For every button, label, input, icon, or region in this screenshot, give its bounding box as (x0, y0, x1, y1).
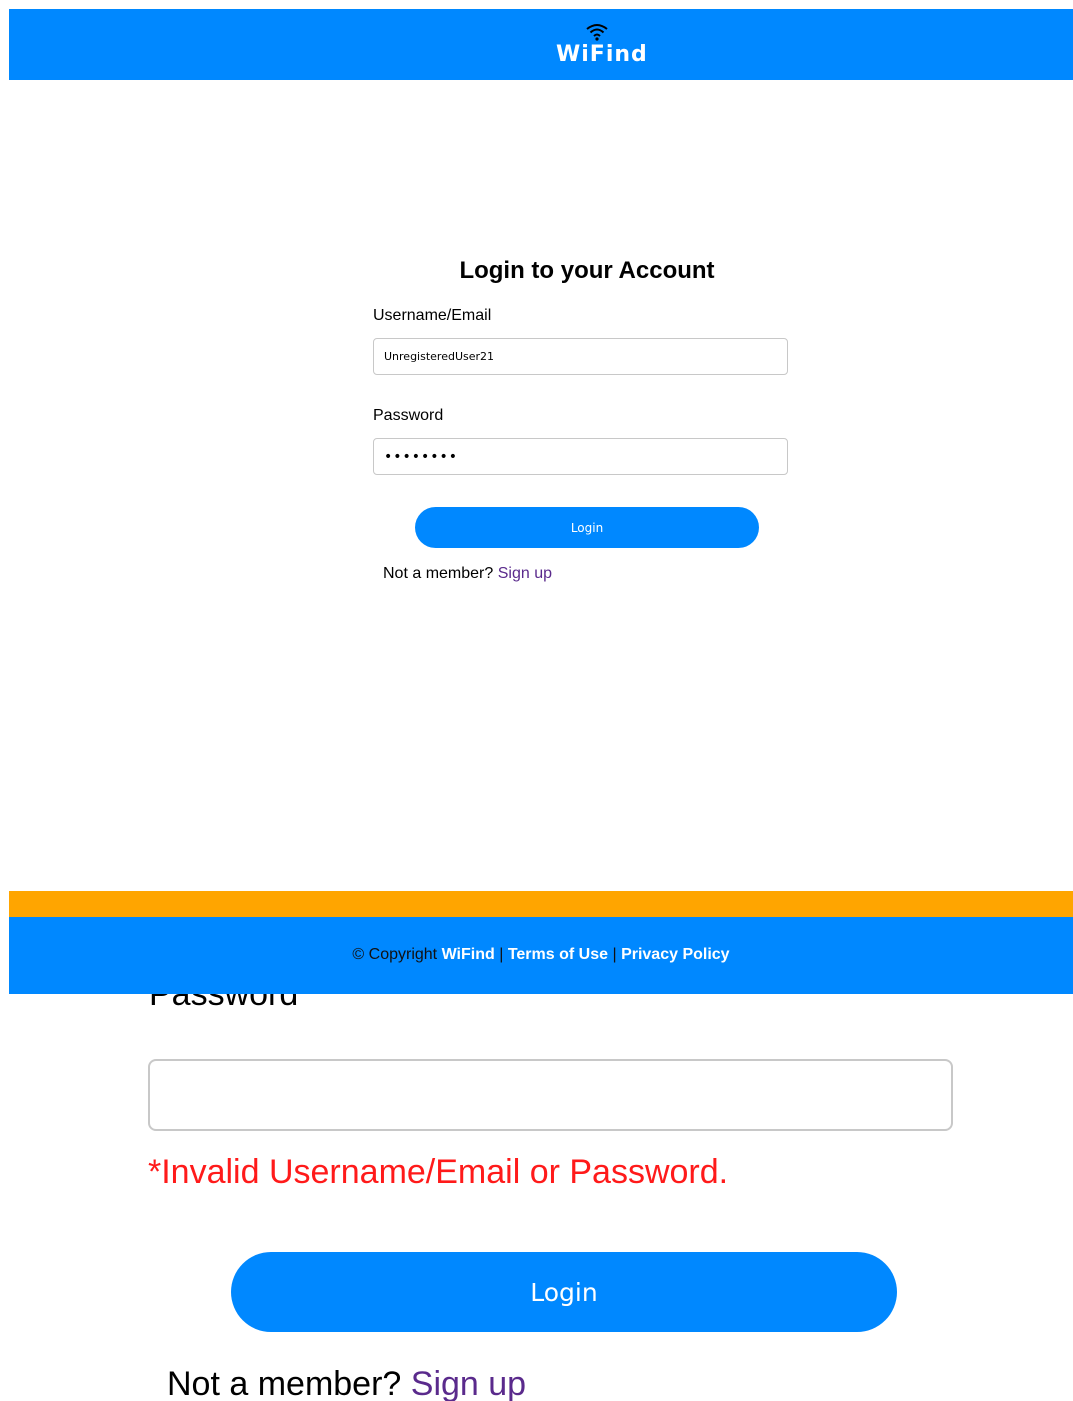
zoom-password-input[interactable] (148, 1059, 953, 1131)
zoom-password-label: Password (149, 994, 299, 1013)
brand-name: WiFind (556, 42, 648, 67)
login-button[interactable]: Login (415, 507, 759, 548)
wifind-logo[interactable]: WiFind (556, 23, 648, 71)
footer-separator: | (499, 946, 504, 963)
username-label: Username/Email (373, 307, 492, 324)
header-bar: WiFind (9, 9, 1073, 80)
wifi-icon (586, 24, 608, 41)
signup-prompt-text: Not a member? (383, 565, 494, 582)
footer-separator: | (612, 946, 617, 963)
footer-links: © Copyright WiFind | Terms of Use | Priv… (0, 945, 1073, 965)
terms-of-use-link[interactable]: Terms of Use (508, 946, 608, 963)
privacy-policy-link[interactable]: Privacy Policy (621, 946, 730, 963)
password-label: Password (373, 407, 444, 424)
signup-prompt: Not a member? Sign up (383, 564, 552, 584)
copyright-text: © Copyright (352, 946, 438, 963)
error-message: *Invalid Username/Email or Password. (148, 1153, 729, 1191)
zoom-signup-link[interactable]: Sign up (411, 1365, 526, 1401)
username-input[interactable] (373, 338, 788, 375)
zoom-login-button[interactable]: Login (231, 1252, 897, 1332)
footer-accent-bar (9, 891, 1073, 917)
zoomed-error-view: Password *Invalid Username/Email or Pass… (0, 994, 1073, 1401)
footer-brand-link[interactable]: WiFind (442, 946, 495, 963)
password-input[interactable] (373, 438, 788, 475)
footer-bar: © Copyright WiFind | Terms of Use | Priv… (9, 917, 1073, 994)
page: WiFind Login to your Account Username/Em… (0, 0, 1073, 1401)
zoom-signup-prompt: Not a member? Sign up (167, 1364, 526, 1401)
login-title: Login to your Account (459, 257, 715, 284)
zoom-signup-prompt-text: Not a member? (167, 1365, 402, 1401)
signup-link[interactable]: Sign up (498, 565, 552, 582)
